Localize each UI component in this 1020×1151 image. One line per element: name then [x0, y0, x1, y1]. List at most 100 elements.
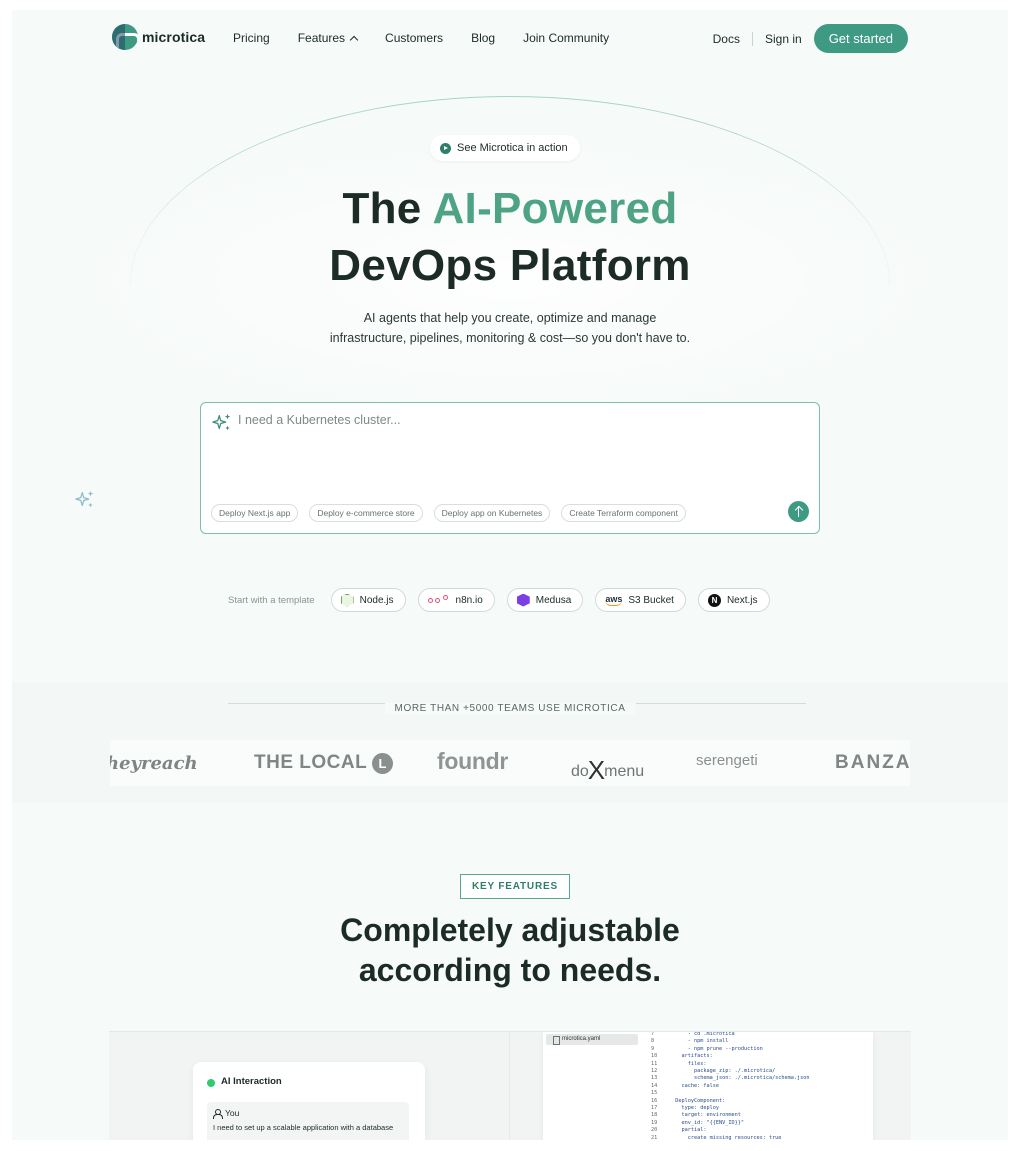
top-nav: microtica Pricing Features Customers Blo… [12, 10, 1008, 68]
hero-title: The AI-Powered DevOps Platform [12, 180, 1008, 294]
template-n8n[interactable]: n8n.io [417, 588, 495, 612]
hero-title-line2: DevOps Platform [329, 241, 691, 290]
nav-link-pricing[interactable]: Pricing [233, 31, 270, 45]
template-nodejs[interactable]: Node.js [330, 588, 406, 612]
status-dot-icon [207, 1079, 215, 1087]
hero-title-part1: The [342, 184, 433, 233]
code-text: type: deploy [669, 1105, 719, 1112]
sign-in-link[interactable]: Sign in [765, 32, 802, 46]
see-in-action-label: See Microtica in action [457, 142, 568, 154]
sparkle-icon [212, 413, 231, 431]
key-features-tag: KEY FEATURES [460, 874, 570, 899]
suggestion-chip[interactable]: Create Terraform component [561, 504, 686, 522]
medusa-icon [516, 593, 530, 607]
code-text: partial: [669, 1127, 707, 1134]
play-icon [440, 142, 451, 154]
template-name: n8n.io [455, 594, 483, 606]
template-nextjs[interactable]: N Next.js [697, 588, 770, 612]
code-editor: microtica.yaml 7 - cd .microtica 8 - npm … [543, 1032, 873, 1140]
nav-link-customers[interactable]: Customers [385, 31, 443, 45]
code-line: 15 [651, 1090, 810, 1097]
n8n-icon [427, 595, 450, 605]
code-text: package_zip: ./.microtica/ [669, 1068, 776, 1075]
doxmenu-logo: doXmenu [571, 752, 645, 785]
serengeti-logo: serengeti [696, 752, 758, 769]
prompt-input[interactable] [238, 413, 798, 427]
code-line: 17 type: deploy [651, 1105, 810, 1112]
nextjs-icon: N [707, 593, 721, 607]
user-label: You [225, 1108, 240, 1118]
see-in-action-button[interactable]: See Microtica in action [430, 135, 580, 161]
line-number: 18 [651, 1112, 658, 1119]
template-name: S3 Bucket [628, 594, 674, 606]
prompt-suggestions: Deploy Next.js app Deploy e-commerce sto… [211, 504, 686, 522]
code-line: 11 files: [651, 1061, 810, 1068]
code-block: 7 - cd .microtica 8 - npm install 9 - npm … [651, 1032, 810, 1140]
user-header: You [213, 1108, 403, 1119]
ai-interaction-card: AI Interaction You I need to set up a sc… [193, 1062, 425, 1140]
template-label: Start with a template [228, 594, 315, 606]
suggestion-chip[interactable]: Deploy e-commerce store [309, 504, 423, 522]
features-title-line2: according to needs. [358, 952, 662, 988]
line-number: 11 [651, 1060, 658, 1067]
suggestion-chip[interactable]: Deploy app on Kubernetes [433, 504, 551, 522]
code-text: schema_json: ./.microtica/schema.json [669, 1075, 810, 1082]
code-text: - npm install [669, 1038, 729, 1045]
template-name: Next.js [726, 594, 758, 606]
feature-preview: AI Interaction You I need to set up a sc… [109, 1031, 911, 1140]
doxmenu-logo-pre: do [571, 763, 589, 780]
heyreach-logo: heyreach [110, 753, 198, 774]
thelocal-logo: THE LOCAL L [254, 752, 394, 774]
line-number: 13 [651, 1075, 658, 1082]
get-started-button[interactable]: Get started [813, 24, 908, 53]
microtica-logo-icon [112, 24, 138, 50]
nav-link-join-community[interactable]: Join Community [523, 31, 609, 45]
template-name: Medusa [535, 594, 572, 606]
line-number: 20 [651, 1127, 658, 1134]
nav-links: Pricing Features Customers Blog Join Com… [233, 31, 637, 45]
line-number: 17 [651, 1105, 658, 1112]
code-text: DeployComponent: [669, 1097, 726, 1104]
line-number: 15 [651, 1090, 658, 1097]
nav-link-features[interactable]: Features [297, 31, 359, 45]
code-text: target: environment [669, 1112, 741, 1119]
docs-link[interactable]: Docs [713, 32, 740, 46]
logo[interactable]: microtica [112, 24, 205, 50]
send-arrow-up-icon[interactable] [788, 501, 809, 522]
doxmenu-logo-x: X [587, 755, 606, 785]
nav-divider [751, 31, 753, 46]
code-text: cache: false [669, 1082, 719, 1089]
line-number: 10 [651, 1053, 658, 1060]
teams-heading: MORE THAN +5000 TEAMS USE MICROTICA [12, 698, 1008, 716]
code-line: 19 env_id: "{{ENV_ID}}" [651, 1120, 810, 1127]
hero-title-accent: AI-Powered [432, 184, 678, 233]
line-number: 21 [651, 1134, 658, 1140]
hero-subtitle: AI agents that help you create, optimize… [12, 308, 1008, 348]
page: microtica Pricing Features Customers Blo… [12, 10, 1008, 1140]
doxmenu-logo-post: menu [604, 763, 645, 780]
code-text: files: [669, 1060, 707, 1067]
features-title: Completely adjustable according to needs… [12, 910, 1008, 990]
file-tab[interactable]: microtica.yaml [546, 1034, 638, 1045]
user-message-text: I need to set up a scalable application … [213, 1123, 394, 1132]
user-message: You I need to set up a scalable applicat… [207, 1102, 409, 1140]
template-medusa[interactable]: Medusa [506, 588, 584, 612]
code-line: 18 target: environment [651, 1112, 810, 1119]
nav-link-features-label: Features [297, 31, 346, 45]
aws-icon: aws [605, 593, 623, 606]
code-text: artifacts: [669, 1053, 713, 1060]
code-text: create_missing_resources: true [669, 1134, 782, 1140]
template-row: Start with a template Node.js n8n.io Med… [228, 588, 782, 612]
thelocal-logo-badge: L [372, 752, 394, 774]
line-number: 9 [651, 1045, 655, 1052]
code-line: 8 - npm install [651, 1038, 810, 1045]
code-text: env_id: "{{ENV_ID}}" [669, 1119, 744, 1126]
nav-link-blog[interactable]: Blog [471, 31, 495, 45]
code-line: 9 - npm prune --production [651, 1046, 810, 1053]
line-number: 16 [651, 1097, 658, 1104]
banzai-logo: BANZAI [835, 752, 910, 773]
template-s3-bucket[interactable]: aws S3 Bucket [595, 588, 686, 612]
preview-divider [509, 1032, 510, 1140]
suggestion-chip[interactable]: Deploy Next.js app [211, 504, 299, 522]
hero-subtitle-line2: infrastructure, pipelines, monitoring & … [329, 331, 691, 345]
